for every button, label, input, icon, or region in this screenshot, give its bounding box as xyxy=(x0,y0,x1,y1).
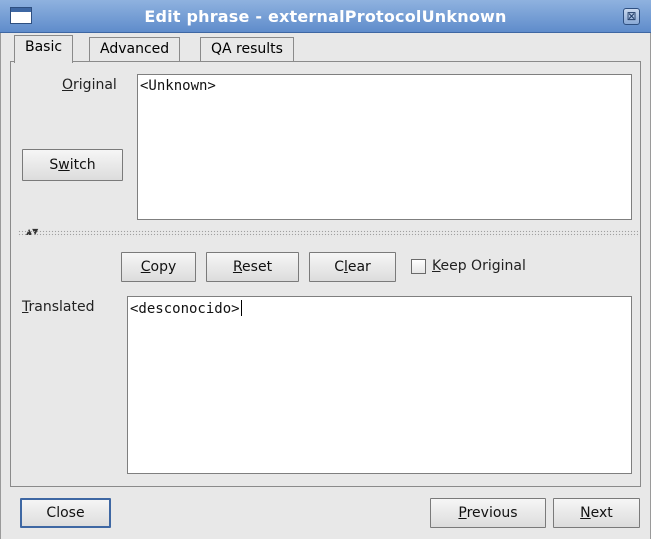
tab-advanced[interactable]: Advanced xyxy=(89,37,181,61)
window-title: Edit phrase - externalProtocolUnknown xyxy=(144,7,507,26)
clear-button[interactable]: Clear xyxy=(309,252,396,282)
close-button[interactable]: Close xyxy=(20,498,111,528)
splitter-handle[interactable] xyxy=(18,230,638,237)
switch-button[interactable]: Switch xyxy=(22,149,123,181)
keep-original-checkbox[interactable] xyxy=(411,259,426,274)
translated-text-area[interactable]: <desconocido> xyxy=(127,296,632,474)
original-label: Original xyxy=(62,77,117,93)
keep-original-label[interactable]: Keep Original xyxy=(432,258,526,274)
previous-button[interactable]: Previous xyxy=(430,498,546,528)
tab-basic[interactable]: Basic xyxy=(14,35,74,63)
tab-qa-results[interactable]: QA results xyxy=(200,37,294,61)
next-button[interactable]: Next xyxy=(553,498,640,528)
close-window-icon[interactable]: ⊠ xyxy=(623,8,640,25)
text-caret xyxy=(240,300,242,316)
original-text-area[interactable]: <Unknown> xyxy=(137,74,632,220)
copy-button[interactable]: Copy xyxy=(121,252,196,282)
reset-button[interactable]: Reset xyxy=(206,252,299,282)
translated-label: Translated xyxy=(22,299,95,315)
